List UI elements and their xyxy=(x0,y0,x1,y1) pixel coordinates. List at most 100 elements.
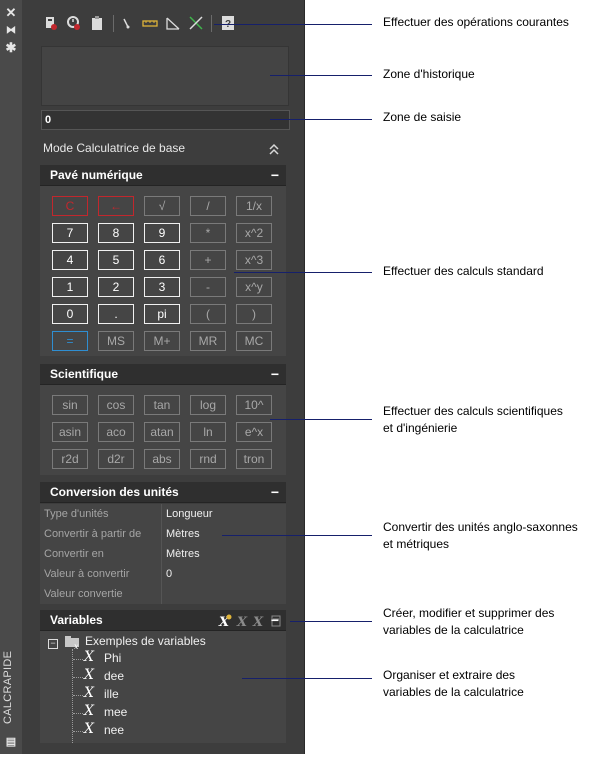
key-button[interactable]: ( xyxy=(190,304,226,324)
scientific-button[interactable]: log xyxy=(190,395,226,415)
key-button[interactable]: = xyxy=(52,331,88,351)
variable-icon: X xyxy=(84,703,94,719)
history-area[interactable] xyxy=(41,46,289,106)
units-header[interactable]: Conversion des unités − xyxy=(40,482,286,503)
settings-icon[interactable]: ✱ xyxy=(4,41,18,55)
key-button[interactable]: ← xyxy=(98,196,134,216)
leader-line xyxy=(214,24,372,25)
key-button[interactable]: * xyxy=(190,223,226,243)
variable-item[interactable]: nee xyxy=(104,723,124,737)
property-row[interactable]: Convertir à partir de Mètres xyxy=(40,524,286,544)
intersection-icon[interactable] xyxy=(188,15,204,31)
key-button[interactable]: MC xyxy=(236,331,272,351)
key-button[interactable]: C xyxy=(52,196,88,216)
property-divider xyxy=(161,564,162,584)
key-button[interactable]: ) xyxy=(236,304,272,324)
tree-collapse-icon[interactable]: − xyxy=(48,639,58,649)
key-button[interactable]: 1/x xyxy=(236,196,272,216)
get-coordinates-icon[interactable] xyxy=(119,15,135,31)
key-button[interactable]: 1 xyxy=(52,277,88,297)
scientific-button[interactable]: sin xyxy=(52,395,88,415)
key-button[interactable]: MR xyxy=(190,331,226,351)
annotation-organize: Organiser et extraire des variables de l… xyxy=(383,667,524,701)
scientific-button[interactable]: cos xyxy=(98,395,134,415)
scientific-button[interactable]: r2d xyxy=(52,449,88,469)
key-button[interactable]: x^3 xyxy=(236,250,272,270)
collapse-icon[interactable]: − xyxy=(271,165,279,185)
paste-to-command-line-icon[interactable] xyxy=(89,15,105,31)
scientific-button[interactable]: aco xyxy=(98,422,134,442)
scientific-header[interactable]: Scientifique − xyxy=(40,364,286,385)
key-button[interactable]: 5 xyxy=(98,250,134,270)
scientific-button[interactable]: asin xyxy=(52,422,88,442)
property-key: Convertir à partir de xyxy=(44,528,142,540)
scientific-button[interactable]: tan xyxy=(144,395,180,415)
palette-title-strip: ✕ ⧓ ✱ CALCRAPIDE ▤ xyxy=(0,0,22,754)
annotation-operations: Effectuer des opérations courantes xyxy=(383,15,569,29)
keypad-header[interactable]: Pavé numérique − xyxy=(40,165,286,186)
key-button[interactable]: 6 xyxy=(144,250,180,270)
input-box[interactable]: 0 xyxy=(41,110,290,130)
key-button[interactable]: 4 xyxy=(52,250,88,270)
property-value[interactable]: Mètres xyxy=(166,524,200,544)
chevron-double-up-icon[interactable] xyxy=(268,143,280,158)
key-button[interactable]: 7 xyxy=(52,223,88,243)
key-button[interactable]: 9 xyxy=(144,223,180,243)
key-button[interactable]: + xyxy=(190,250,226,270)
property-value[interactable]: Longueur xyxy=(166,504,213,524)
key-button[interactable]: 0 xyxy=(52,304,88,324)
scientific-button[interactable]: abs xyxy=(144,449,180,469)
key-button[interactable]: x^y xyxy=(236,277,272,297)
annotation-variables: Créer, modifier et supprimer des variabl… xyxy=(383,605,554,639)
variable-item[interactable]: ille xyxy=(104,687,119,701)
key-button[interactable]: 3 xyxy=(144,277,180,297)
property-value[interactable]: Mètres xyxy=(166,544,200,564)
leader-line xyxy=(270,75,372,76)
scientific-button[interactable]: d2r xyxy=(98,449,134,469)
clear-history-icon[interactable] xyxy=(66,15,82,31)
collapse-icon[interactable]: − xyxy=(271,364,279,384)
help-icon[interactable]: ? xyxy=(220,15,236,31)
variable-item[interactable]: Phi xyxy=(104,651,121,665)
angle-of-line-icon[interactable] xyxy=(165,15,181,31)
key-button[interactable]: pi xyxy=(144,304,180,324)
key-button[interactable]: M+ xyxy=(144,331,180,351)
key-button[interactable]: - xyxy=(190,277,226,297)
scientific-button[interactable]: 10^ xyxy=(236,395,272,415)
scientific-button[interactable]: tron xyxy=(236,449,272,469)
delete-variable-icon[interactable]: X xyxy=(252,610,266,630)
scientific-button[interactable]: atan xyxy=(144,422,180,442)
variable-item[interactable]: mee xyxy=(104,705,127,719)
distance-between-two-points-icon[interactable] xyxy=(142,15,158,31)
auto-hide-icon[interactable]: ⧓ xyxy=(4,24,18,38)
property-row[interactable]: Convertir en Mètres xyxy=(40,544,286,564)
property-value[interactable]: 0 xyxy=(166,564,172,584)
key-button[interactable]: MS xyxy=(98,331,134,351)
scientific-button[interactable]: ln xyxy=(190,422,226,442)
new-variable-icon[interactable]: X xyxy=(218,610,232,630)
property-row[interactable]: Valeur convertie xyxy=(40,584,286,604)
key-button[interactable]: 2 xyxy=(98,277,134,297)
variable-icon: X xyxy=(84,649,94,665)
collapse-icon[interactable]: − xyxy=(271,610,279,630)
key-button[interactable]: 8 xyxy=(98,223,134,243)
units-body: Type d'unités Longueur Convertir à partir … xyxy=(40,504,286,604)
annotation-scientific: Effectuer des calculs scientifiques et d… xyxy=(383,403,563,437)
collapse-icon[interactable]: − xyxy=(271,482,279,502)
variable-icon: X xyxy=(84,721,94,737)
variable-icon: X xyxy=(84,667,94,683)
property-row[interactable]: Valeur à convertir 0 xyxy=(40,564,286,584)
key-button[interactable]: √ xyxy=(144,196,180,216)
clear-icon[interactable] xyxy=(43,15,59,31)
property-key: Type d'unités xyxy=(44,508,109,520)
edit-variable-icon[interactable]: X xyxy=(236,610,250,630)
variable-group-label[interactable]: Exemples de variables xyxy=(85,634,206,648)
key-button[interactable]: . xyxy=(98,304,134,324)
scientific-button[interactable]: e^x xyxy=(236,422,272,442)
scientific-button[interactable]: rnd xyxy=(190,449,226,469)
key-button[interactable]: / xyxy=(190,196,226,216)
property-row[interactable]: Type d'unités Longueur xyxy=(40,504,286,524)
key-button[interactable]: x^2 xyxy=(236,223,272,243)
close-icon[interactable]: ✕ xyxy=(4,6,18,20)
variable-item[interactable]: dee xyxy=(104,669,124,683)
